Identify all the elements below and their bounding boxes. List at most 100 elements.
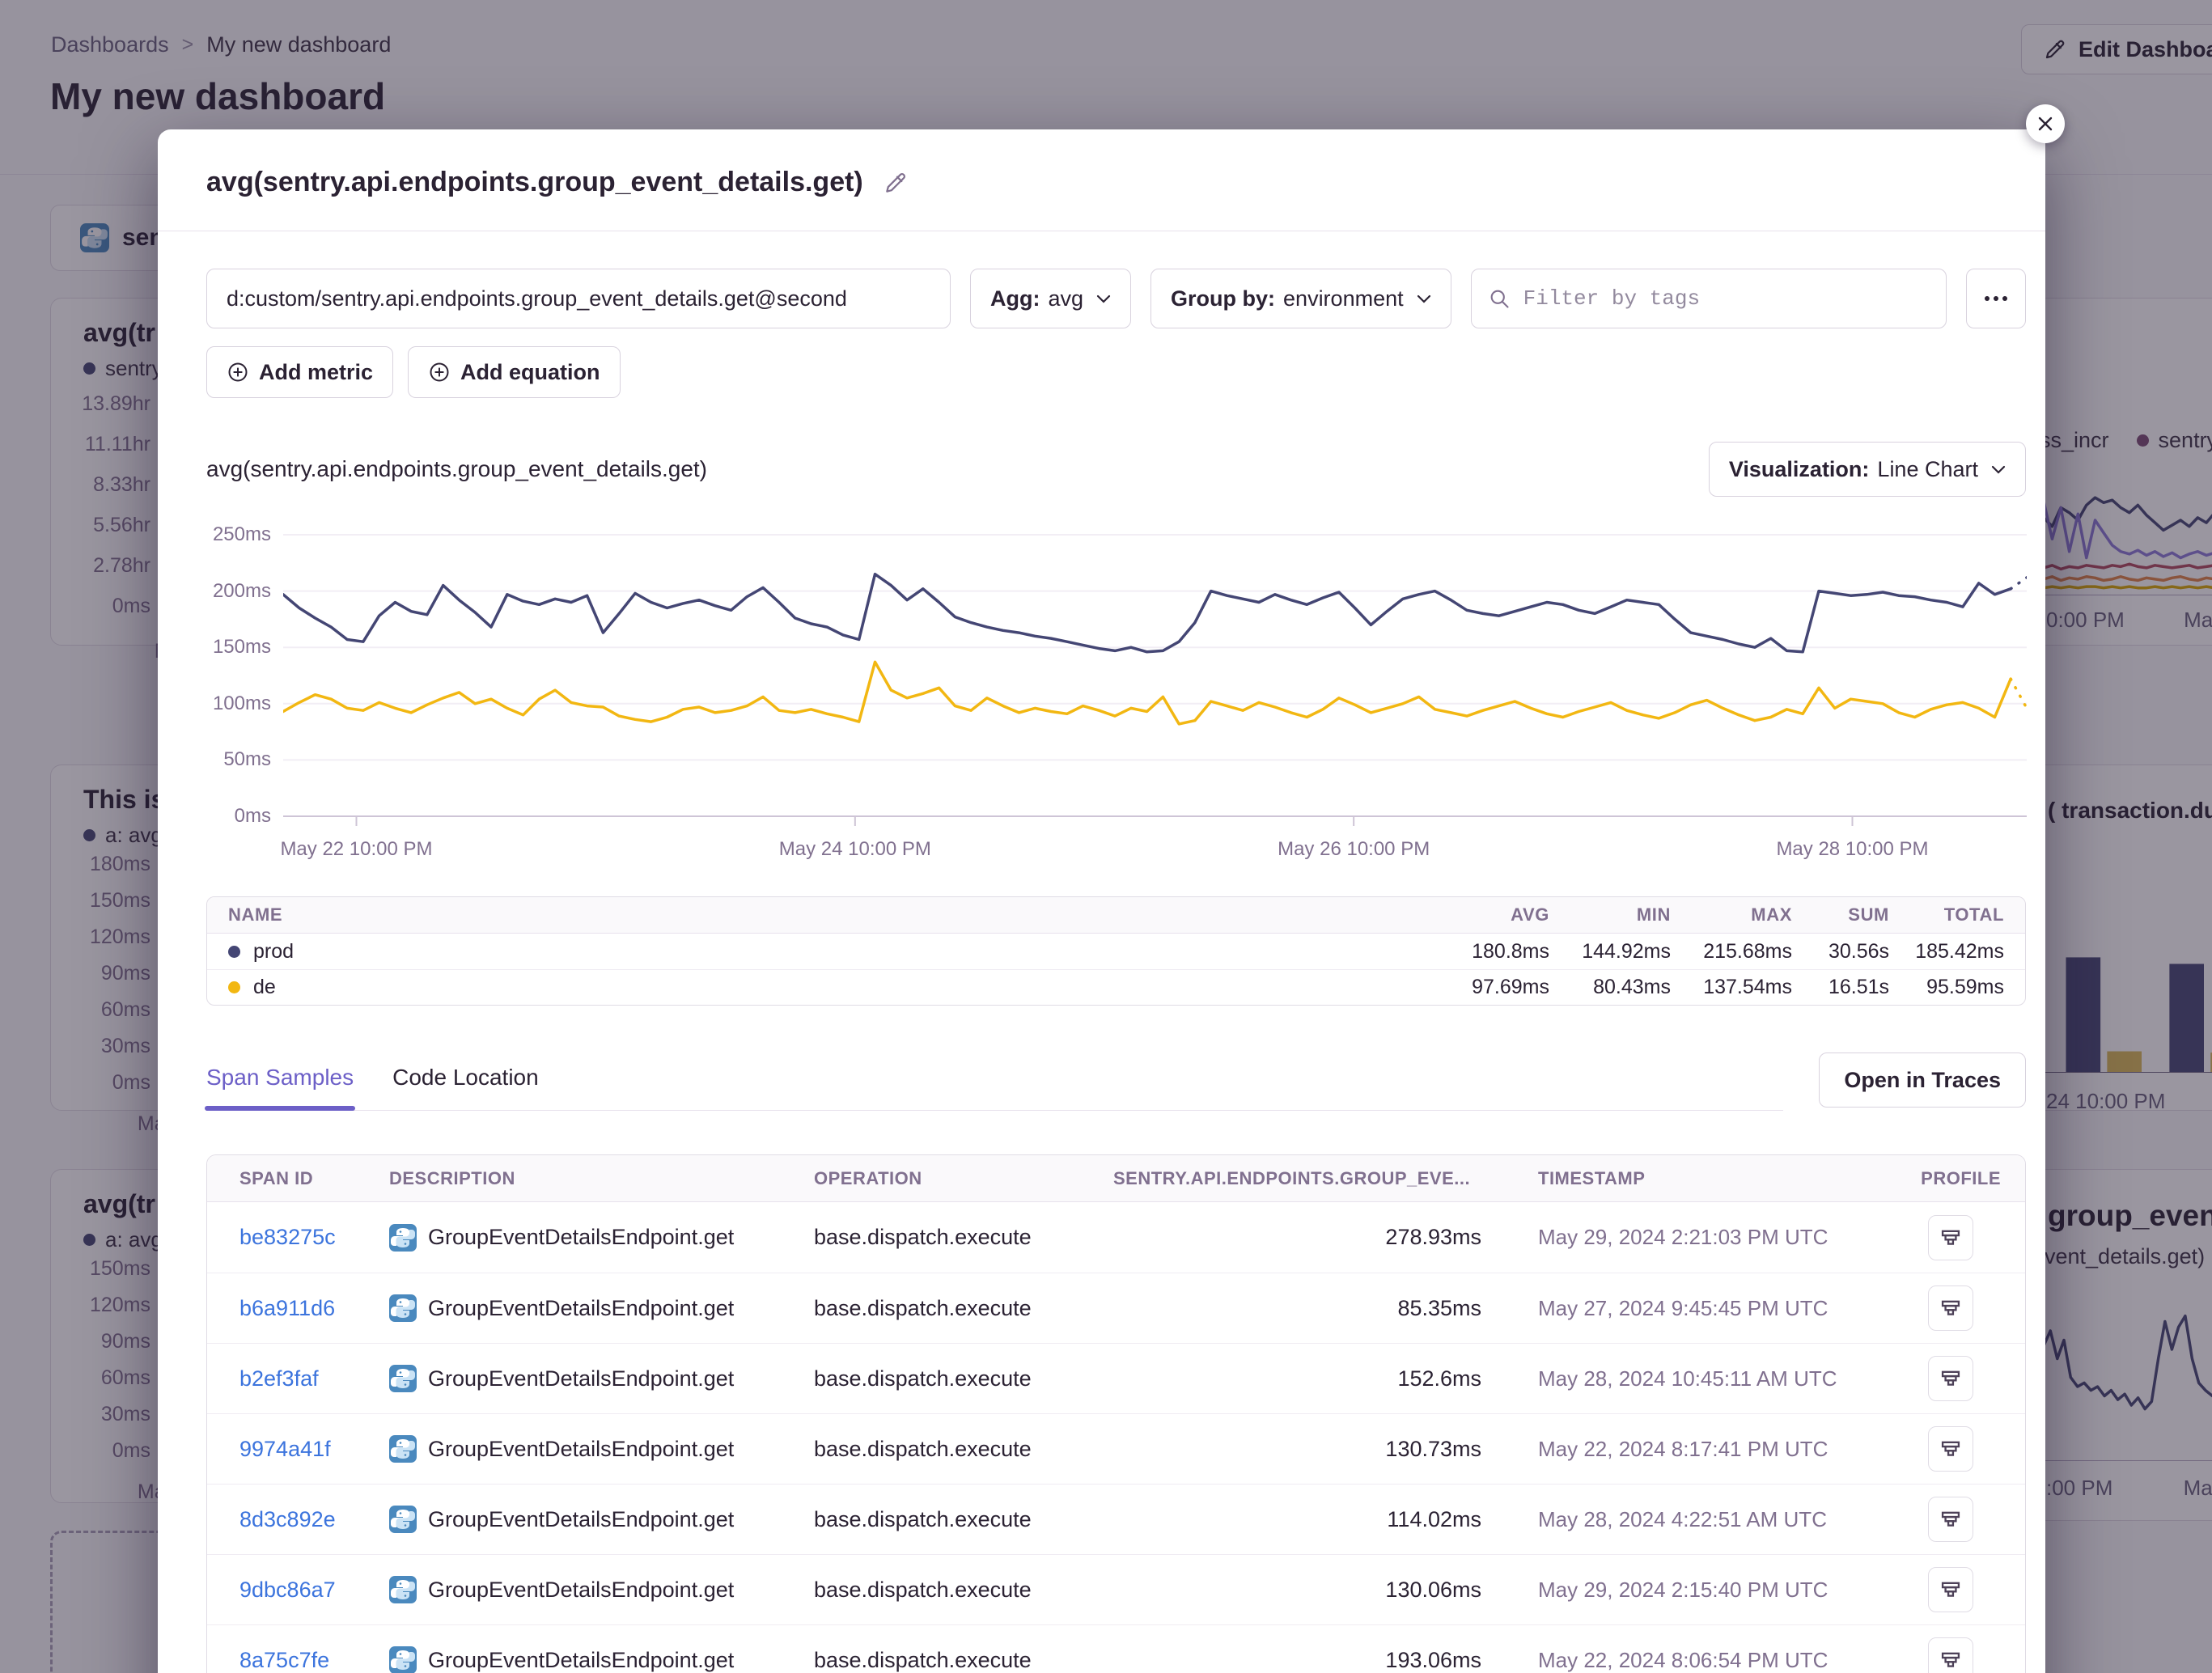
metric-details-modal: avg(sentry.api.endpoints.group_event_det… xyxy=(158,129,2045,1673)
series-total: 185.42ms xyxy=(1889,940,2004,964)
profile-flamegraph-icon xyxy=(1939,1578,1962,1601)
y-axis-label: 150ms xyxy=(206,636,271,659)
tab-code-location[interactable]: Code Location xyxy=(392,1065,539,1091)
span-id-link[interactable]: 9dbc86a7 xyxy=(239,1578,336,1602)
span-description: GroupEventDetailsEndpoint.get xyxy=(428,1437,734,1462)
plus-circle-icon xyxy=(227,361,249,383)
modal-header: avg(sentry.api.endpoints.group_event_det… xyxy=(158,129,2045,231)
profile-button[interactable] xyxy=(1928,1426,1973,1472)
filter-tags-box xyxy=(1471,269,1947,328)
series-sum: 16.51s xyxy=(1792,976,1889,999)
span-description: GroupEventDetailsEndpoint.get xyxy=(428,1648,734,1673)
profile-flamegraph-icon xyxy=(1939,1438,1962,1460)
chevron-down-icon xyxy=(1417,294,1431,303)
summary-row: de97.69ms80.43ms137.54ms16.51s95.59ms xyxy=(207,969,2025,1005)
series-min: 144.92ms xyxy=(1549,940,1671,964)
series-min: 80.43ms xyxy=(1549,976,1671,999)
span-timestamp: May 29, 2024 2:15:40 PM UTC xyxy=(1481,1578,1902,1603)
y-axis-label: 200ms xyxy=(206,580,271,603)
series-avg: 180.8ms xyxy=(1428,940,1549,964)
summary-header: NAME AVG MIN MAX SUM TOTAL xyxy=(207,897,2025,934)
span-description: GroupEventDetailsEndpoint.get xyxy=(428,1366,734,1391)
y-axis-label: 100ms xyxy=(206,692,271,715)
table-row: be83275c GroupEventDetailsEndpoint.get bas… xyxy=(207,1202,2025,1273)
legend-dot xyxy=(228,981,240,993)
add-equation-button[interactable]: Add equation xyxy=(408,346,620,398)
summary-row: prod180.8ms144.92ms215.68ms30.56s185.42m… xyxy=(207,934,2025,969)
profile-button[interactable] xyxy=(1928,1356,1973,1401)
table-row: b2ef3faf GroupEventDetailsEndpoint.get bas… xyxy=(207,1343,2025,1413)
chevron-down-icon xyxy=(1096,294,1111,303)
series-max: 215.68ms xyxy=(1671,940,1792,964)
modal-title: avg(sentry.api.endpoints.group_event_det… xyxy=(206,167,863,198)
series-max: 137.54ms xyxy=(1671,976,1792,999)
span-duration: 278.93ms xyxy=(1113,1225,1481,1250)
span-description: GroupEventDetailsEndpoint.get xyxy=(428,1225,734,1250)
summary-body: prod180.8ms144.92ms215.68ms30.56s185.42m… xyxy=(207,934,2025,1005)
edit-title-pencil-icon[interactable] xyxy=(883,170,909,196)
profile-button[interactable] xyxy=(1928,1215,1973,1260)
span-id-link[interactable]: b2ef3faf xyxy=(239,1366,319,1391)
y-axis-label: 50ms xyxy=(206,748,271,771)
python-icon xyxy=(389,1224,417,1252)
tabs-row: Span Samples Code Location Open in Trace… xyxy=(206,1053,2026,1122)
metric-query-input[interactable] xyxy=(206,269,951,328)
groupby-select[interactable]: Group by: environment xyxy=(1150,269,1451,328)
span-operation: base.dispatch.execute xyxy=(814,1648,1113,1673)
python-icon xyxy=(389,1576,417,1603)
span-duration: 152.6ms xyxy=(1113,1366,1481,1391)
table-row: 9dbc86a7 GroupEventDetailsEndpoint.get bas… xyxy=(207,1554,2025,1624)
span-operation: base.dispatch.execute xyxy=(814,1578,1113,1603)
span-table-header: SPAN ID DESCRIPTION OPERATION SENTRY.API… xyxy=(207,1155,2025,1202)
add-metric-button[interactable]: Add metric xyxy=(206,346,393,398)
visualization-select[interactable]: Visualization: Line Chart xyxy=(1709,442,2026,497)
span-timestamp: May 22, 2024 8:17:41 PM UTC xyxy=(1481,1437,1902,1462)
overflow-menu-button[interactable] xyxy=(1966,269,2026,328)
series-avg: 97.69ms xyxy=(1428,976,1549,999)
modal-body: Agg: avg Group by: environment xyxy=(158,269,2045,1673)
x-axis-label: May 22 10:00 PM xyxy=(244,838,470,861)
x-axis-label: May 26 10:00 PM xyxy=(1240,838,1467,861)
legend-dot xyxy=(228,946,240,958)
close-icon[interactable] xyxy=(2026,104,2065,143)
series-sum: 30.56s xyxy=(1792,940,1889,964)
open-in-traces-button[interactable]: Open in Traces xyxy=(1819,1053,2026,1108)
screen: Dashboards > My new dashboard My new das… xyxy=(0,0,2212,1673)
query-controls: Agg: avg Group by: environment xyxy=(206,269,2026,328)
span-operation: base.dispatch.execute xyxy=(814,1437,1113,1462)
profile-flamegraph-icon xyxy=(1939,1649,1962,1671)
agg-select[interactable]: Agg: avg xyxy=(970,269,1131,328)
span-samples-table: SPAN ID DESCRIPTION OPERATION SENTRY.API… xyxy=(206,1154,2026,1673)
span-operation: base.dispatch.execute xyxy=(814,1366,1113,1391)
series-name: de xyxy=(253,976,276,999)
python-icon xyxy=(389,1435,417,1463)
tab-span-samples[interactable]: Span Samples xyxy=(206,1065,354,1091)
span-id-link[interactable]: be83275c xyxy=(239,1225,336,1249)
span-timestamp: May 27, 2024 9:45:45 PM UTC xyxy=(1481,1296,1902,1321)
span-id-link[interactable]: b6a911d6 xyxy=(239,1296,335,1320)
series-summary-table: NAME AVG MIN MAX SUM TOTAL prod180.8ms14… xyxy=(206,896,2026,1006)
span-operation: base.dispatch.execute xyxy=(814,1225,1113,1250)
profile-button[interactable] xyxy=(1928,1497,1973,1542)
span-id-link[interactable]: 9974a41f xyxy=(239,1437,331,1461)
span-duration: 130.06ms xyxy=(1113,1578,1481,1603)
table-row: 8a75c7fe GroupEventDetailsEndpoint.get bas… xyxy=(207,1624,2025,1673)
python-icon xyxy=(389,1506,417,1533)
profile-button[interactable] xyxy=(1928,1637,1973,1673)
filter-tags-input[interactable] xyxy=(1523,286,1930,311)
span-id-link[interactable]: 8a75c7fe xyxy=(239,1648,329,1672)
profile-flamegraph-icon xyxy=(1939,1508,1962,1531)
span-timestamp: May 28, 2024 4:22:51 AM UTC xyxy=(1481,1507,1902,1532)
profile-button[interactable] xyxy=(1928,1567,1973,1612)
span-id-link[interactable]: 8d3c892e xyxy=(239,1507,336,1531)
span-description: GroupEventDetailsEndpoint.get xyxy=(428,1507,734,1532)
profile-button[interactable] xyxy=(1928,1285,1973,1331)
chevron-down-icon xyxy=(1991,465,2006,474)
span-description: GroupEventDetailsEndpoint.get xyxy=(428,1578,734,1603)
table-row: 9974a41f GroupEventDetailsEndpoint.get bas… xyxy=(207,1413,2025,1484)
span-duration: 85.35ms xyxy=(1113,1296,1481,1321)
span-duration: 193.06ms xyxy=(1113,1648,1481,1673)
chart-subtitle: avg(sentry.api.endpoints.group_event_det… xyxy=(206,456,707,482)
y-axis-label: 250ms xyxy=(206,523,271,546)
span-duration: 130.73ms xyxy=(1113,1437,1481,1462)
